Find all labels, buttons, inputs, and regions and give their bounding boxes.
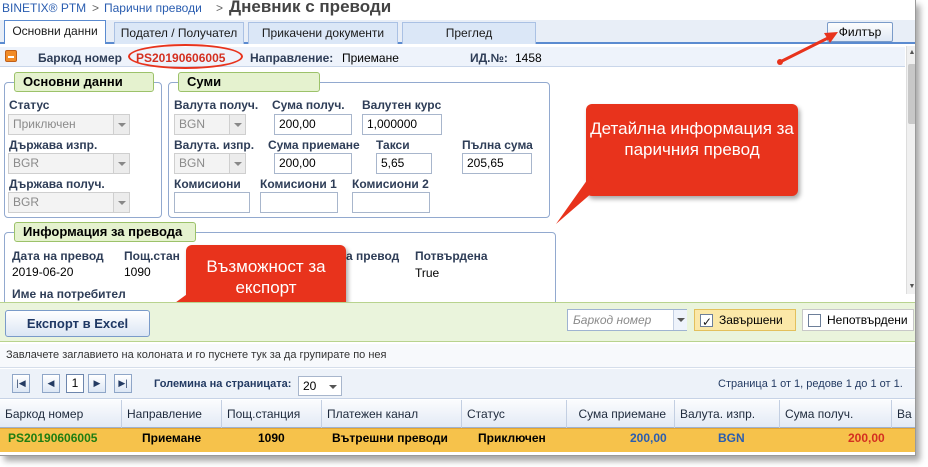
column-header-status[interactable]: Статус	[462, 400, 567, 428]
column-header-channel[interactable]: Платежен канал	[322, 400, 462, 428]
app-window: BINETIX® PTM > Парични преводи > Дневник…	[0, 0, 916, 456]
first-page-icon[interactable]: |◀	[12, 374, 30, 393]
chevron-down-icon	[329, 385, 337, 389]
table-row[interactable]	[0, 428, 915, 452]
row-amount-accept: 200,00	[630, 431, 667, 445]
prev-page-icon[interactable]: ◀	[42, 374, 60, 393]
column-header-amount-accept[interactable]: Сума приемане	[567, 400, 675, 428]
row-status: Приключен	[478, 431, 546, 445]
completed-label: Завършени	[719, 313, 783, 327]
column-header-direction[interactable]: Направление	[122, 400, 222, 428]
group-by-panel[interactable]: Завлачете заглавието на колоната и го пу…	[0, 344, 915, 368]
page-size-label: Големина на страницата:	[154, 378, 292, 390]
column-header-currency-send[interactable]: Валута. изпр.	[675, 400, 780, 428]
filter-arrow-tail-icon	[777, 59, 783, 65]
row-currency-send: BGN	[718, 431, 745, 445]
barcode-search-placeholder: Баркод номер	[573, 313, 652, 327]
column-header-amount-recv[interactable]: Сума получ.	[780, 400, 892, 428]
pager-summary: Страница 1 от 1, редове 1 до 1 от 1.	[718, 378, 903, 390]
barcode-search-input[interactable]: Баркод номер	[567, 309, 687, 331]
last-page-icon[interactable]: ▶|	[114, 374, 132, 393]
barcode-dropdown-button[interactable]	[673, 310, 687, 330]
completed-checkbox[interactable]	[700, 312, 713, 332]
unconfirmed-label: Непотвърдени	[827, 313, 908, 327]
row-barcode: PS20190606005	[8, 431, 98, 445]
filter-arrow-icon	[779, 34, 833, 64]
page-size-value: 20	[303, 379, 317, 393]
column-header-barcode[interactable]: Баркод номер	[0, 400, 122, 428]
row-amount-recv: 200,00	[848, 431, 885, 445]
row-direction: Приемане	[142, 431, 202, 445]
export-excel-button[interactable]: Експорт в Excel	[5, 310, 150, 337]
page-size-select[interactable]: 20	[298, 376, 342, 396]
row-channel: Вътрешни преводи	[332, 431, 448, 445]
row-post: 1090	[258, 431, 285, 445]
unconfirmed-checkbox[interactable]	[808, 314, 821, 327]
completed-filter[interactable]: Завършени	[694, 309, 796, 332]
next-page-icon[interactable]: ▶	[88, 374, 106, 393]
column-header-currency-recv[interactable]: Ва	[892, 400, 915, 428]
details-arrow-icon	[556, 176, 600, 224]
column-header-post[interactable]: Пощ.станция	[222, 400, 322, 428]
current-page[interactable]: 1	[66, 374, 84, 393]
unconfirmed-filter[interactable]: Непотвърдени	[802, 309, 914, 331]
chevron-down-icon	[677, 318, 685, 322]
